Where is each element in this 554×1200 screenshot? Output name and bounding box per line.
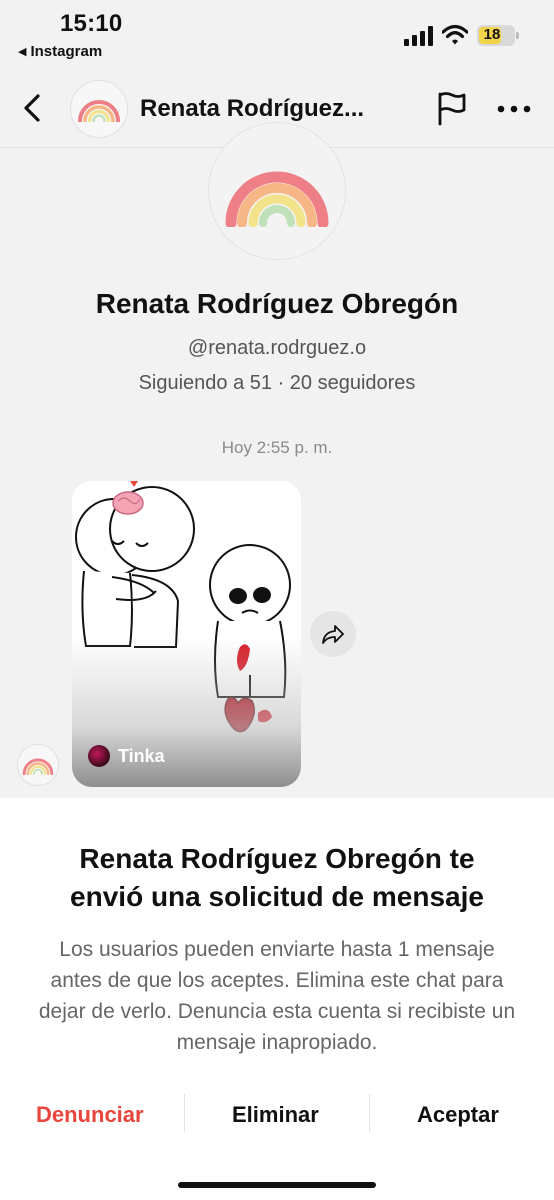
- wifi-icon: [442, 24, 468, 45]
- message-timestamp: Hoy 2:55 p. m.: [221, 438, 333, 457]
- rainbow-icon: [22, 758, 54, 775]
- sender-avatar[interactable]: [17, 744, 59, 786]
- accept-button[interactable]: Aceptar: [417, 1102, 499, 1128]
- action-divider: [184, 1094, 185, 1132]
- flag-icon[interactable]: [437, 90, 467, 126]
- profile-name: Renata Rodríguez Obregón: [95, 288, 459, 319]
- back-triangle-icon: ◀: [18, 46, 27, 58]
- profile-stats: Siguiendo a 51 · 20 seguidores: [138, 372, 416, 394]
- header-name[interactable]: Renata Rodríguez...: [140, 95, 364, 123]
- action-divider: [369, 1094, 370, 1132]
- header-avatar[interactable]: [70, 80, 128, 138]
- request-body: Los usuarios pueden enviarte hasta 1 men…: [38, 938, 516, 1054]
- post-author-name: Tinka: [118, 745, 165, 766]
- delete-button[interactable]: Eliminar: [232, 1102, 319, 1128]
- post-author[interactable]: Tinka: [88, 745, 165, 767]
- back-app-label: Instagram: [30, 43, 103, 60]
- rainbow-icon: [225, 171, 329, 227]
- share-button[interactable]: [310, 611, 356, 657]
- status-time: 15:10: [60, 10, 123, 37]
- home-indicator[interactable]: [178, 1182, 376, 1188]
- profile-avatar[interactable]: [208, 122, 346, 260]
- signal-icon: [404, 26, 433, 46]
- rainbow-icon: [78, 100, 120, 122]
- shared-post-card[interactable]: Tinka: [72, 481, 301, 787]
- more-icon[interactable]: [497, 104, 531, 114]
- message-request-sheet: Renata Rodríguez Obregón te envió una so…: [0, 798, 554, 1200]
- request-actions: Denunciar Eliminar Aceptar: [0, 1094, 554, 1138]
- battery-icon: 18: [477, 25, 519, 46]
- request-title: Renata Rodríguez Obregón te envió una so…: [70, 843, 484, 912]
- status-bar: 15:10 ◀ Instagram 18: [0, 0, 554, 70]
- report-button[interactable]: Denunciar: [36, 1102, 144, 1128]
- back-icon[interactable]: [20, 92, 46, 124]
- battery-level: 18: [483, 26, 501, 43]
- post-author-avatar: [88, 745, 110, 767]
- back-to-app-link[interactable]: ◀ Instagram: [18, 43, 102, 60]
- share-icon: [322, 625, 344, 644]
- profile-handle: @renata.rodrguez.o: [187, 337, 367, 359]
